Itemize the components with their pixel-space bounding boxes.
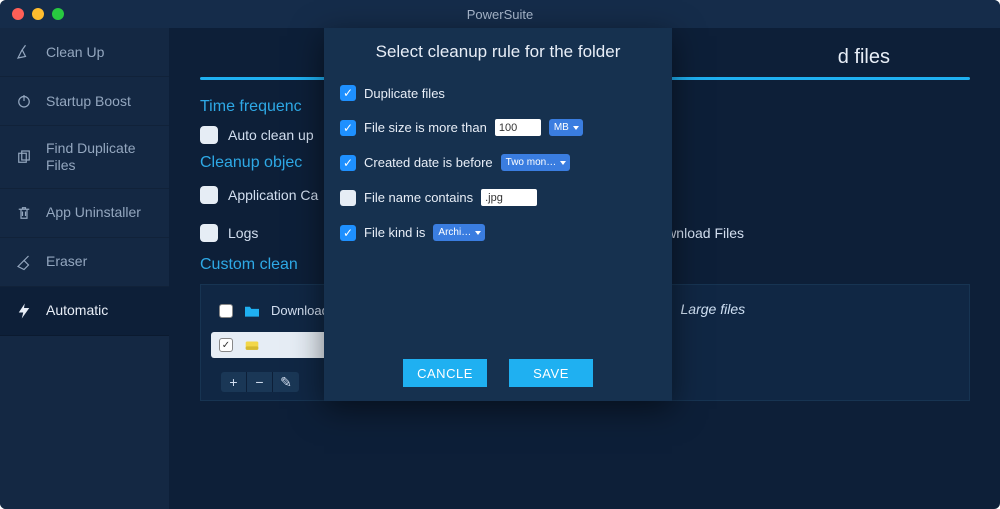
eraser-icon — [14, 252, 34, 272]
sidebar-item-startup-boost[interactable]: Startup Boost — [0, 77, 169, 126]
power-icon — [14, 91, 34, 111]
dialog-title: Select cleanup rule for the folder — [340, 42, 656, 62]
rule-name-contains-row: File name contains — [340, 189, 656, 206]
cleanup-object-label: Application Ca — [228, 187, 318, 203]
broom-icon — [14, 42, 34, 62]
rule-created-row: Created date is before Two mon… — [340, 154, 656, 171]
size-unit-select[interactable]: MB — [549, 119, 583, 136]
checkbox[interactable] — [200, 224, 218, 242]
rule-label: Created date is before — [364, 155, 493, 170]
trash-icon — [14, 203, 34, 223]
sidebar-item-app-uninstaller[interactable]: App Uninstaller — [0, 189, 169, 238]
checkbox[interactable]: ✓ — [219, 338, 233, 352]
save-button[interactable]: SAVE — [509, 359, 593, 387]
rule-label: File size is more than — [364, 120, 487, 135]
sidebar-item-label: Find Duplicate Files — [46, 140, 155, 174]
sidebar-item-label: Startup Boost — [46, 93, 131, 110]
rule-tag: Large files — [681, 301, 746, 317]
name-contains-input[interactable] — [481, 189, 537, 206]
checkbox[interactable] — [340, 85, 356, 101]
rules-dialog: Select cleanup rule for the folder Dupli… — [324, 28, 672, 401]
folder-icon — [243, 304, 261, 318]
bolt-icon — [14, 301, 34, 321]
rule-kind-row: File kind is Archi… — [340, 224, 656, 241]
checkbox[interactable] — [340, 190, 356, 206]
sidebar-item-find-duplicates[interactable]: Find Duplicate Files — [0, 126, 169, 189]
checkbox[interactable] — [340, 155, 356, 171]
window-title: PowerSuite — [0, 7, 1000, 22]
add-button[interactable]: + — [221, 372, 247, 392]
remove-button[interactable]: − — [247, 372, 273, 392]
rule-label: Duplicate files — [364, 86, 445, 101]
rule-duplicate-row: Duplicate files — [340, 85, 656, 101]
sidebar: Clean Up Startup Boost Find Duplicate Fi… — [0, 28, 170, 509]
checkbox[interactable] — [340, 225, 356, 241]
checkbox[interactable] — [219, 304, 233, 318]
created-date-select[interactable]: Two mon… — [501, 154, 571, 171]
checkbox[interactable] — [340, 120, 356, 136]
sidebar-item-label: App Uninstaller — [46, 204, 141, 221]
cleanup-object-row: Application Ca — [200, 186, 318, 204]
auto-cleanup-label: Auto clean up — [228, 127, 314, 143]
app-window: PowerSuite Clean Up Startup Boost — [0, 0, 1000, 509]
edit-button[interactable]: ✎ — [273, 372, 299, 392]
auto-cleanup-checkbox[interactable] — [200, 126, 218, 144]
title-bar: PowerSuite — [0, 0, 1000, 28]
cleanup-object-row: Logs — [200, 224, 318, 242]
duplicate-icon — [14, 147, 34, 167]
kind-select[interactable]: Archi… — [433, 224, 485, 241]
rule-label: File kind is — [364, 225, 425, 240]
dialog-buttons: CANCLE SAVE — [340, 347, 656, 387]
sidebar-item-eraser[interactable]: Eraser — [0, 238, 169, 287]
cleanup-object-label: Logs — [228, 225, 258, 241]
sidebar-item-label: Clean Up — [46, 44, 104, 61]
size-input[interactable] — [495, 119, 541, 136]
cancel-button[interactable]: CANCLE — [403, 359, 487, 387]
sidebar-item-cleanup[interactable]: Clean Up — [0, 28, 169, 77]
rule-size-row: File size is more than MB — [340, 119, 656, 136]
sidebar-item-label: Eraser — [46, 253, 87, 270]
checkbox[interactable] — [200, 186, 218, 204]
rule-label: File name contains — [364, 190, 473, 205]
folder-name: Download — [271, 303, 329, 318]
sidebar-item-label: Automatic — [46, 302, 108, 319]
disk-icon — [243, 338, 261, 352]
sidebar-item-automatic[interactable]: Automatic — [0, 287, 169, 336]
